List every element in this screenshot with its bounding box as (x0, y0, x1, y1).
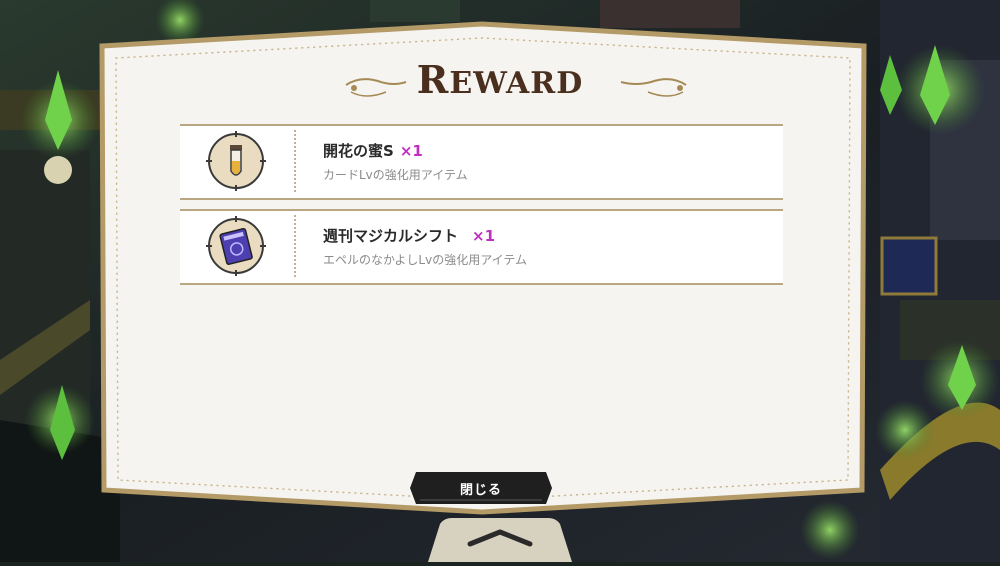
reward-description: エペルのなかよしLvの強化用アイテム (323, 253, 527, 267)
reward-quantity: ×1 (472, 227, 496, 245)
magazine-icon (206, 216, 266, 276)
reward-row: 週刊マジカルシフト ×1 エペルのなかよしLvの強化用アイテム (180, 209, 783, 285)
close-button[interactable]: 閉じる (408, 470, 554, 506)
close-button-label: 閉じる (459, 482, 502, 498)
reward-name: 週刊マジカルシフト ×1 (323, 227, 496, 245)
reward-description: カードLvの強化用アイテム (323, 168, 468, 182)
nectar-vial-icon (206, 131, 266, 191)
row-divider (294, 130, 296, 192)
expand-tab[interactable] (428, 516, 572, 562)
reward-quantity: ×1 (399, 142, 423, 160)
row-divider (294, 215, 296, 277)
reward-row: 開花の蜜S ×1 カードLvの強化用アイテム (180, 124, 783, 200)
reward-name: 開花の蜜S ×1 (323, 142, 423, 160)
